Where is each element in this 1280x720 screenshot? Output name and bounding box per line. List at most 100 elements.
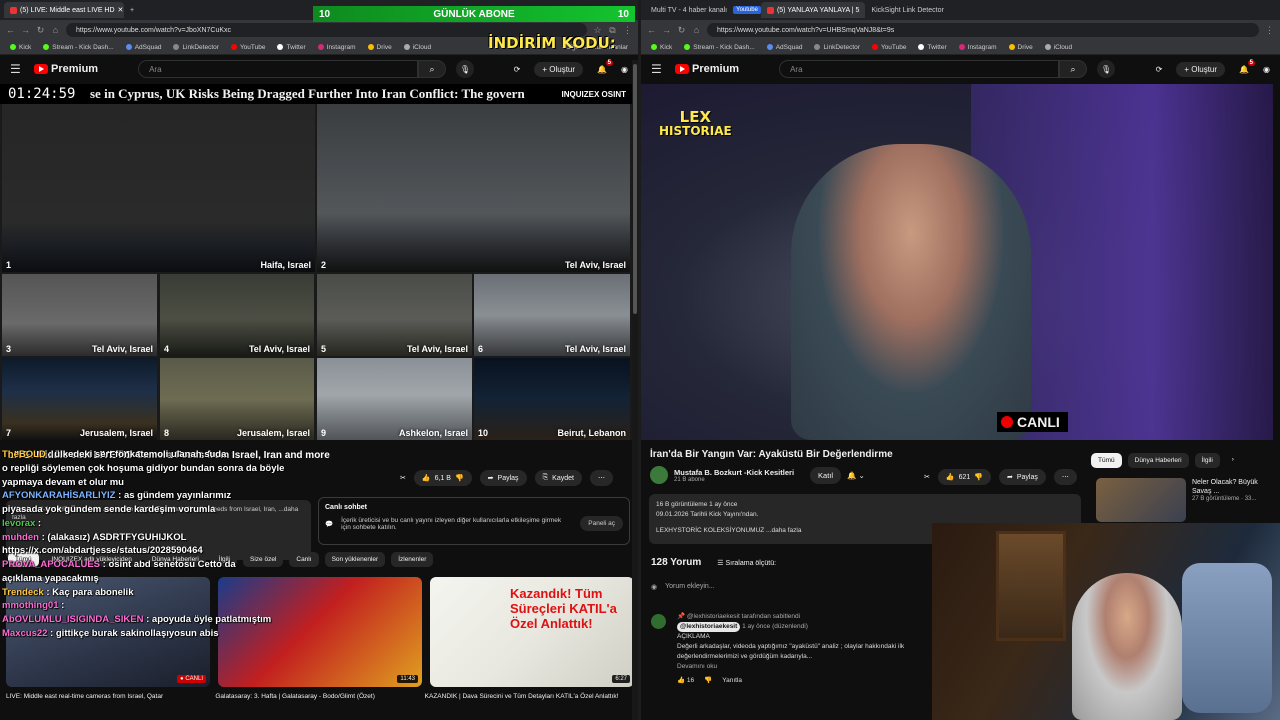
chevron-right-icon[interactable]: › [1226, 453, 1240, 468]
comment-input[interactable]: Yorum ekleyin... [665, 583, 715, 591]
thumbs-down-icon[interactable]: 👎 [455, 474, 464, 482]
bookmark-instagram[interactable]: Instagram [317, 44, 356, 51]
video-thumbnail[interactable]: Kazandık! Tüm Süreçleri KATIL'a Özel Anl… [430, 577, 634, 687]
scrollbar-thumb[interactable] [633, 64, 637, 314]
join-button[interactable]: Katıl [810, 466, 842, 484]
chat-username[interactable]: PROVA_APOCALUES [2, 559, 100, 570]
video-thumbnail[interactable] [1096, 478, 1186, 522]
browser-tab[interactable]: Multi TV - 4 haber kanalı [645, 2, 733, 18]
bookmark-drive[interactable]: Drive [1008, 44, 1033, 51]
comment-like-button[interactable]: 👍 16 [677, 676, 694, 686]
open-panel-button[interactable]: Paneli aç [580, 516, 623, 531]
chat-username[interactable]: levorax [2, 518, 35, 529]
chip-all[interactable]: Tümü [1091, 453, 1122, 468]
chat-username[interactable]: TheBOLD [2, 449, 46, 460]
bookmark-linkdetector[interactable]: LinkDetector [173, 44, 219, 51]
chat-username[interactable]: AFYONKARAHİSARLIYIZ [2, 490, 115, 501]
browser-tab[interactable]: (5) LIVE: Middle east LIVE HD ✕ [4, 2, 124, 18]
home-icon[interactable]: ⌂ [51, 25, 60, 35]
bookmark-stream[interactable]: Stream - Kick Dash... [43, 44, 114, 51]
chat-username[interactable]: AbOVLUMLU_ISIGINDA_SIKEN [2, 614, 143, 625]
search-input[interactable]: Ara [138, 60, 419, 78]
youtube-logo[interactable]: Premium [675, 63, 739, 75]
chip-watched[interactable]: İzlenenler [391, 552, 434, 567]
bookmark-drive[interactable]: Drive [367, 44, 392, 51]
chip-recent[interactable]: Son yüklenenler [324, 552, 386, 567]
url-input[interactable]: https://www.youtube.com/watch?v=UHBSmqVa… [707, 23, 1259, 37]
home-icon[interactable]: ⌂ [692, 25, 701, 35]
video-title-link[interactable]: Galatasaray: 3. Hafta | Galatasaray - Bo… [215, 693, 416, 700]
tab-group-badge[interactable]: Youtube [733, 6, 761, 14]
chat-username[interactable]: Maxcus22 [2, 628, 47, 639]
sidebar-video-item[interactable]: Neler Olacak? Büyük Savaş ... 27 B görün… [1096, 478, 1272, 522]
chip-related[interactable]: İlgili [1194, 453, 1220, 468]
bookmark-icloud[interactable]: iCloud [1044, 44, 1072, 51]
comment-dislike-icon[interactable]: 👎 [704, 676, 712, 686]
bookmark-icloud[interactable]: iCloud [403, 44, 431, 51]
channel-name[interactable]: Mustafa B. Bozkurt -Kick Kesitleri [674, 468, 794, 477]
hamburger-menu-icon[interactable]: ☰ [10, 62, 24, 76]
bookmark-kick[interactable]: Kick [651, 44, 672, 51]
forward-icon[interactable]: → [662, 25, 671, 35]
clip-icon[interactable]: ✂ [400, 470, 406, 486]
avatar[interactable]: ◉ [1263, 65, 1270, 74]
cast-icon[interactable]: ⟳ [1156, 65, 1163, 74]
chat-username[interactable]: muhden [2, 532, 39, 543]
commenter-avatar[interactable] [651, 614, 666, 629]
back-icon[interactable]: ← [6, 25, 15, 35]
bookmark-adsquad[interactable]: AdSquad [125, 44, 161, 51]
cast-icon[interactable]: ⟳ [514, 65, 521, 74]
hamburger-menu-icon[interactable]: ☰ [651, 62, 665, 76]
clip-icon[interactable]: ✂ [924, 469, 930, 485]
search-icon[interactable]: ⌕ [418, 60, 447, 78]
browser-tab[interactable]: KickSight Link Detector [865, 2, 949, 18]
microphone-icon[interactable]: 🎙 [1097, 60, 1116, 78]
reload-icon[interactable]: ↻ [36, 25, 45, 36]
thumbs-down-icon[interactable]: 👎 [974, 473, 983, 481]
video-title-link[interactable]: LIVE: Middle east real-time cameras from… [6, 693, 207, 700]
menu-icon[interactable]: ⋮ [623, 25, 632, 36]
create-button[interactable]: + Oluştur [1176, 61, 1226, 77]
browser-tab[interactable]: (5) YANLAYA YANLAYA | 5 [760, 2, 866, 18]
sort-button[interactable]: ☰ Sıralama ölçütü: [717, 559, 776, 567]
like-button[interactable]: 👍 621 👎 [937, 469, 991, 485]
close-icon[interactable]: ✕ [118, 6, 124, 14]
bookmark-adsquad[interactable]: AdSquad [766, 44, 802, 51]
share-button[interactable]: ➦ Paylaş [999, 469, 1046, 485]
reply-button[interactable]: Yanıtla [722, 676, 742, 686]
youtube-logo[interactable]: Premium [34, 63, 98, 75]
read-more-link[interactable]: Devamını oku [677, 662, 941, 672]
microphone-icon[interactable]: 🎙 [456, 60, 475, 78]
bookmark-stream[interactable]: Stream - Kick Dash... [684, 44, 755, 51]
bookmark-linkdetector[interactable]: LinkDetector [814, 44, 860, 51]
bookmark-kick[interactable]: Kick [10, 44, 31, 51]
chip-world-news[interactable]: Dünya Haberleri [1127, 453, 1189, 468]
channel-avatar[interactable] [650, 466, 668, 484]
bookmark-youtube[interactable]: YouTube [871, 44, 906, 51]
bookmark-twitter[interactable]: Twitter [918, 44, 947, 51]
new-tab-icon[interactable]: + [124, 7, 140, 14]
search-input[interactable]: Ara [779, 60, 1060, 78]
like-button[interactable]: 👍 6,1 B 👎 [413, 470, 472, 486]
video-player[interactable]: 01:24:59 se in Cyprus, UK Risks Being Dr… [0, 84, 632, 440]
notifications-icon[interactable]: 🔔 5 [597, 59, 614, 74]
chat-username[interactable]: Trendeck [2, 587, 44, 598]
avatar[interactable]: ◉ [621, 65, 628, 74]
chat-username[interactable]: mmothing01 [2, 600, 58, 611]
comment-author[interactable]: @lexhistoriaekesit [677, 622, 741, 633]
bookmark-youtube[interactable]: YouTube [230, 44, 265, 51]
notifications-icon[interactable]: 🔔 5 [1239, 59, 1256, 74]
share-button[interactable]: ➦ Paylaş [479, 470, 527, 486]
save-button[interactable]: ⎘ Kaydet [534, 470, 582, 486]
back-icon[interactable]: ← [647, 25, 656, 35]
video-title-link[interactable]: KAZANDIK | Dava Sürecini ve Tüm Detaylar… [425, 693, 626, 700]
forward-icon[interactable]: → [21, 25, 30, 35]
menu-icon[interactable]: ⋮ [1265, 25, 1274, 36]
bell-icon[interactable]: 🔔 ⌄ [847, 471, 865, 480]
more-actions-button[interactable]: ⋯ [1053, 469, 1077, 485]
more-actions-button[interactable]: ⋯ [589, 470, 613, 486]
video-player[interactable]: LEX HISTORIAE CANLI [641, 84, 1273, 440]
create-button[interactable]: + Oluştur [534, 61, 584, 77]
bookmark-twitter[interactable]: Twitter [277, 44, 306, 51]
search-icon[interactable]: ⌕ [1059, 60, 1088, 78]
